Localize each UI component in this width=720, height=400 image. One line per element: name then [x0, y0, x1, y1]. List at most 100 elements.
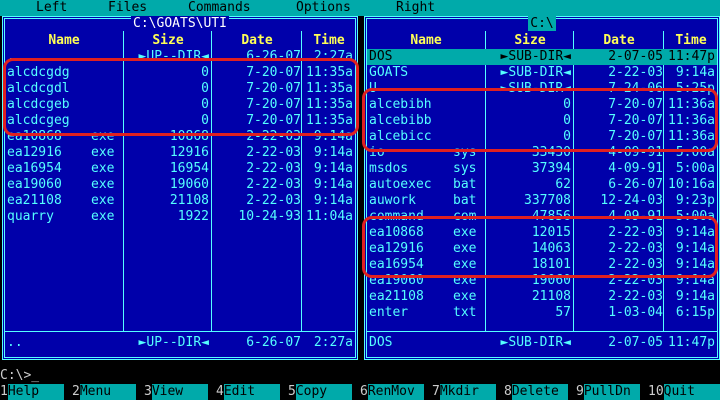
file-time: 9:14a: [313, 129, 353, 144]
file-ext: exe: [453, 225, 477, 240]
file-time: 5:00a: [675, 161, 715, 176]
fkey-pulldn[interactable]: 9PullDn: [576, 384, 640, 400]
file-row[interactable]: alcdcgdg 0 7-20-07 11:35a: [5, 65, 355, 81]
menu-right[interactable]: Right: [396, 0, 435, 16]
file-size: 0: [201, 97, 209, 112]
file-row[interactable]: ea10868 exe 12015 2-22-03 9:14a: [367, 225, 717, 241]
file-row[interactable]: ea16954 exe 16954 2-22-03 9:14a: [5, 161, 355, 177]
menu-commands[interactable]: Commands: [188, 0, 251, 16]
column-header-time[interactable]: Time: [665, 33, 717, 49]
file-name: ea16954: [7, 161, 62, 176]
column-header-date[interactable]: Date: [213, 33, 301, 49]
file-row[interactable]: ea12916 exe 12916 2-22-03 9:14a: [5, 145, 355, 161]
menu-files[interactable]: Files: [108, 0, 147, 16]
file-ext: exe: [453, 289, 477, 304]
file-size: 337708: [524, 193, 571, 208]
file-row[interactable]: quarry exe 1922 10-24-93 11:04a: [5, 209, 355, 225]
file-ext: exe: [453, 241, 477, 256]
status-time: 11:47p: [668, 335, 715, 350]
file-size: 47856: [531, 209, 571, 224]
status-size: ►SUB-DIR◄: [500, 335, 571, 350]
file-size: 16954: [169, 161, 209, 176]
file-row[interactable]: ea21108 exe 21108 2-22-03 9:14a: [367, 289, 717, 305]
file-size: 62: [555, 177, 571, 192]
file-date: 2-22-03: [246, 161, 301, 176]
fkey-mkdir[interactable]: 7Mkdir: [432, 384, 496, 400]
file-row[interactable]: .. ►UP--DIR◄ 6-26-07 2:27a: [5, 49, 355, 65]
fkey-help[interactable]: 1Help: [0, 384, 64, 400]
file-row[interactable]: alcebibb 0 7-20-07 11:36a: [367, 113, 717, 129]
file-ext: exe: [91, 145, 115, 160]
file-row[interactable]: io sys 33430 4-09-91 5:00a: [367, 145, 717, 161]
file-time: 5:25p: [675, 81, 715, 96]
file-date: 4-09-91: [608, 209, 663, 224]
file-time: 9:14a: [675, 289, 715, 304]
file-size: 1922: [177, 209, 209, 224]
file-time: 5:00a: [675, 209, 715, 224]
file-time: 11:35a: [306, 65, 353, 80]
file-row[interactable]: GOATS ►SUB-DIR◄ 2-22-03 9:14a: [367, 65, 717, 81]
file-name: quarry: [7, 209, 54, 224]
file-row[interactable]: ea12916 exe 14063 2-22-03 9:14a: [367, 241, 717, 257]
status-date: 2-07-05: [608, 335, 663, 350]
fkey-quit[interactable]: 10Quit: [648, 384, 720, 400]
file-size: 33430: [531, 145, 571, 160]
fkey-menu[interactable]: 2Menu: [72, 384, 136, 400]
file-name: alcdcgeb: [7, 97, 70, 112]
file-ext: bat: [453, 177, 477, 192]
file-size: 21108: [531, 289, 571, 304]
right-panel[interactable]: C:\ Name Size Date Time DOS ►SUB-DIR◄ 2-07…: [364, 16, 720, 360]
file-size: 12916: [169, 145, 209, 160]
command-line[interactable]: C:\>_: [0, 368, 720, 384]
file-name: command: [369, 209, 424, 224]
file-name: U: [369, 81, 377, 96]
file-size: 0: [201, 81, 209, 96]
file-row[interactable]: alcdcgdl 0 7-20-07 11:35a: [5, 81, 355, 97]
file-row[interactable]: ea19060 exe 19060 2-22-03 9:14a: [367, 273, 717, 289]
file-size: ►SUB-DIR◄: [500, 65, 571, 80]
file-row[interactable]: enter txt 57 1-03-04 6:15p: [367, 305, 717, 321]
file-row[interactable]: alcebibh 0 7-20-07 11:36a: [367, 97, 717, 113]
file-name: alcdcgdl: [7, 81, 70, 96]
file-date: 12-24-03: [600, 193, 663, 208]
column-header-date[interactable]: Date: [575, 33, 663, 49]
fkey-renmov[interactable]: 6RenMov: [360, 384, 424, 400]
file-name: ea16954: [369, 257, 424, 272]
file-row[interactable]: ea21108 exe 21108 2-22-03 9:14a: [5, 193, 355, 209]
file-row[interactable]: alcdcgeb 0 7-20-07 11:35a: [5, 97, 355, 113]
fkey-copy[interactable]: 5Copy: [288, 384, 352, 400]
file-row[interactable]: msdos sys 37394 4-09-91 5:00a: [367, 161, 717, 177]
fkey-edit[interactable]: 4Edit: [216, 384, 280, 400]
status-size: ►UP--DIR◄: [138, 335, 209, 350]
menu-options[interactable]: Options: [296, 0, 351, 16]
menu-left[interactable]: Left: [36, 0, 67, 16]
file-size: 0: [563, 129, 571, 144]
file-row[interactable]: U ►SUB-DIR◄ 7-24-06 5:25p: [367, 81, 717, 97]
file-date: 2-07-05: [608, 49, 663, 64]
file-time: 9:14a: [675, 257, 715, 272]
file-row[interactable]: DOS ►SUB-DIR◄ 2-07-05 11:47p: [367, 49, 717, 65]
file-time: 9:14a: [675, 241, 715, 256]
file-row[interactable]: command com 47856 4-09-91 5:00a: [367, 209, 717, 225]
column-header-name[interactable]: Name: [7, 33, 121, 49]
file-row[interactable]: auwork bat 337708 12-24-03 9:23p: [367, 193, 717, 209]
file-row[interactable]: ea19060 exe 19060 2-22-03 9:14a: [5, 177, 355, 193]
file-row[interactable]: alcdcgeg 0 7-20-07 11:35a: [5, 113, 355, 129]
fkey-view[interactable]: 3View: [144, 384, 208, 400]
file-row[interactable]: ea16954 exe 18101 2-22-03 9:14a: [367, 257, 717, 273]
file-row[interactable]: ea10868 exe 10868 2-22-03 9:14a: [5, 129, 355, 145]
file-date: 2-22-03: [608, 289, 663, 304]
column-header-time[interactable]: Time: [303, 33, 355, 49]
column-header-size[interactable]: Size: [125, 33, 211, 49]
left-panel[interactable]: C:\GOATS\UTI Name Size Date Time .. ►UP--…: [2, 16, 358, 360]
file-row[interactable]: autoexec bat 62 6-26-07 10:16a: [367, 177, 717, 193]
fkey-delete[interactable]: 8Delete: [504, 384, 568, 400]
file-time: 11:36a: [668, 129, 715, 144]
file-row[interactable]: alcebicc 0 7-20-07 11:36a: [367, 129, 717, 145]
file-time: 9:14a: [313, 193, 353, 208]
column-header-name[interactable]: Name: [369, 33, 483, 49]
file-ext: exe: [91, 129, 115, 144]
file-ext: exe: [453, 257, 477, 272]
file-ext: exe: [91, 209, 115, 224]
column-header-size[interactable]: Size: [487, 33, 573, 49]
